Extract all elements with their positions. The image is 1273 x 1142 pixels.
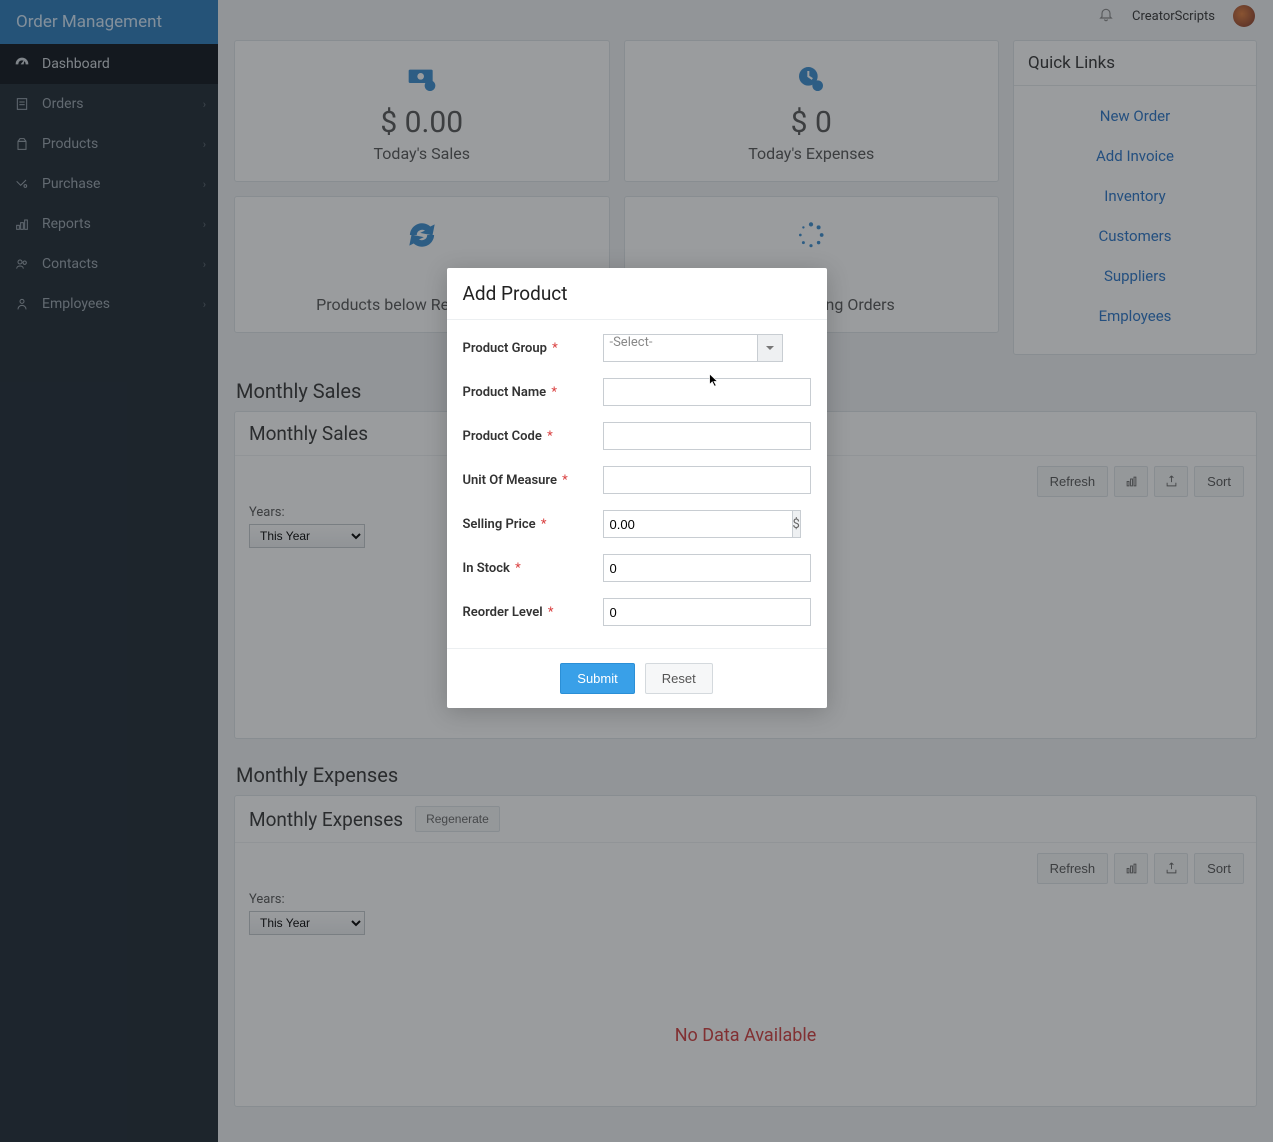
reorder-level-input[interactable] [603,598,811,626]
modal-title: Add Product [447,268,827,320]
label-in-stock: In Stock * [463,561,603,576]
product-name-input[interactable] [603,378,811,406]
dropdown-toggle[interactable] [757,334,783,362]
reset-button[interactable]: Reset [645,663,713,694]
in-stock-input[interactable] [603,554,811,582]
add-product-modal: Add Product Product Group * -Select- Pro… [447,268,827,708]
label-product-code: Product Code * [463,429,603,444]
label-reorder-level: Reorder Level * [463,605,603,620]
label-unit-of-measure: Unit Of Measure * [463,473,603,488]
modal-overlay[interactable]: Add Product Product Group * -Select- Pro… [0,0,1273,1142]
label-product-group: Product Group * [463,341,603,356]
unit-of-measure-input[interactable] [603,466,811,494]
selling-price-input[interactable] [603,510,792,538]
submit-button[interactable]: Submit [560,663,634,694]
product-code-input[interactable] [603,422,811,450]
product-group-select[interactable]: -Select- [603,334,757,362]
currency-addon: $ [792,510,801,538]
label-selling-price: Selling Price * [463,517,603,532]
label-product-name: Product Name * [463,385,603,400]
